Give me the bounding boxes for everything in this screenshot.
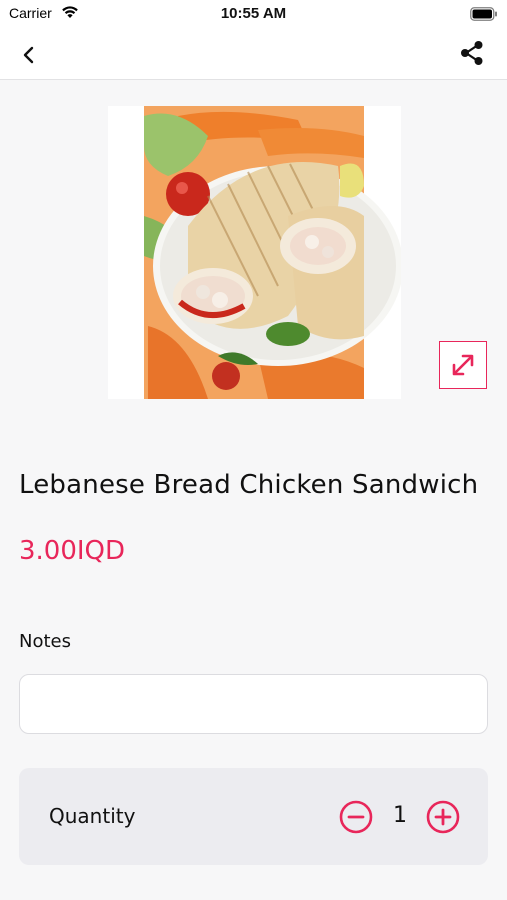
product-name: Lebanese Bread Chicken Sandwich <box>19 470 479 500</box>
plus-circle-icon <box>426 800 460 834</box>
quantity-label: Quantity <box>49 804 136 828</box>
clock-time: 10:55 AM <box>220 5 287 22</box>
expand-diagonal-icon <box>452 354 474 376</box>
minus-circle-icon <box>339 800 373 834</box>
share-icon <box>461 41 483 65</box>
quantity-value: 1 <box>393 803 407 828</box>
navigation-bar <box>0 30 507 80</box>
notes-label: Notes <box>19 631 71 652</box>
battery-icon <box>470 6 498 25</box>
increase-quantity-button[interactable] <box>426 800 460 834</box>
status-bar: Carrier 10:55 AM <box>0 0 507 30</box>
quantity-stepper: Quantity 1 <box>19 768 488 865</box>
share-button[interactable] <box>457 38 487 68</box>
back-button[interactable] <box>14 40 44 70</box>
decrease-quantity-button[interactable] <box>339 800 373 834</box>
product-price: 3.00IQD <box>19 536 126 566</box>
notes-input[interactable] <box>19 674 488 734</box>
expand-image-button[interactable] <box>439 341 487 389</box>
product-image <box>108 106 401 399</box>
chevron-left-icon <box>23 46 34 64</box>
